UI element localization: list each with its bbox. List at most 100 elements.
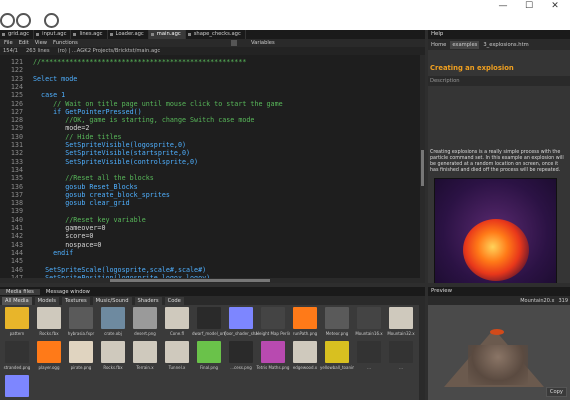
menu-file[interactable]: File bbox=[4, 40, 13, 46]
media-item-label: Rocks.fbx bbox=[103, 365, 123, 370]
menu-functions[interactable]: Functions bbox=[53, 40, 78, 46]
media-item[interactable]: edgewood.x bbox=[290, 341, 320, 375]
code-line: gosub clear_grid bbox=[33, 199, 130, 208]
preview-viewport[interactable]: Copy bbox=[428, 305, 570, 400]
media-item[interactable]: Final.png bbox=[194, 341, 224, 375]
help-description: Creating explosions is a really simple p… bbox=[430, 150, 564, 173]
variables-dropdown[interactable] bbox=[231, 40, 237, 46]
editor-horizontal-scrollbar[interactable] bbox=[0, 278, 420, 283]
copy-button[interactable]: Copy bbox=[545, 387, 567, 397]
media-item[interactable]: ...cess.png bbox=[226, 341, 256, 375]
scroll-thumb[interactable] bbox=[110, 279, 270, 282]
media-item[interactable]: pattern bbox=[2, 307, 32, 341]
find-icon[interactable] bbox=[44, 13, 59, 28]
media-item[interactable]: pirate.png bbox=[66, 341, 96, 375]
explosion-graphic bbox=[463, 219, 529, 281]
media-item-label: ... bbox=[367, 365, 371, 370]
media-item[interactable]: Tetris Maths.png bbox=[257, 341, 289, 375]
media-item-label: Tunnel.x bbox=[168, 365, 186, 370]
media-item[interactable]: stranded.png bbox=[2, 341, 32, 375]
media-item-label: crate.obj bbox=[104, 331, 122, 336]
media-item[interactable]: runPath.png bbox=[290, 307, 320, 341]
media-item[interactable]: Terrain.x bbox=[130, 341, 160, 375]
tab-message-window[interactable]: Message window bbox=[40, 289, 96, 295]
line-gutter: 121 122 123 124 125 126 127 128 129 130 131 132 133 1… bbox=[0, 55, 26, 283]
media-item[interactable]: desert.png bbox=[130, 307, 160, 341]
media-item-label: Meteor.png bbox=[325, 331, 349, 336]
media-item-label: yellowball_toanim.png bbox=[320, 365, 354, 370]
media-item-label: Rocks.fbx bbox=[39, 331, 59, 336]
variables-label: Variables bbox=[251, 40, 275, 46]
cursor-position: 154/1 bbox=[3, 48, 18, 54]
media-thumbnail bbox=[325, 341, 349, 363]
menu-view[interactable]: View bbox=[35, 40, 47, 46]
tab-loader[interactable]: Loader.agc bbox=[108, 30, 149, 39]
scroll-thumb[interactable] bbox=[421, 150, 424, 186]
help-home-link[interactable]: Home bbox=[431, 42, 446, 48]
media-item-label: edgewood.x bbox=[292, 365, 318, 370]
maximize-button[interactable]: ☐ bbox=[516, 0, 542, 12]
filter-shaders[interactable]: Shaders bbox=[134, 296, 162, 305]
media-scrollbar[interactable] bbox=[419, 305, 425, 400]
tab-shape-checks[interactable]: shape_checks.agc bbox=[186, 30, 246, 39]
media-item[interactable]: yellowball_toanim.png bbox=[320, 341, 354, 375]
close-button[interactable]: ✕ bbox=[542, 0, 568, 12]
media-item[interactable]: crate.obj bbox=[98, 307, 128, 341]
zoom-icon[interactable] bbox=[0, 13, 15, 28]
media-item[interactable]: ... bbox=[2, 375, 32, 400]
help-panel-header: Help bbox=[428, 30, 570, 39]
media-thumbnail bbox=[389, 307, 413, 329]
media-item-label: floor_shader_shared.jpg bbox=[224, 331, 258, 336]
media-item[interactable]: player.ogg bbox=[34, 341, 64, 375]
help-title: Creating an explosion bbox=[430, 64, 514, 72]
tab-media-files[interactable]: Media files bbox=[0, 288, 40, 295]
media-thumbnail bbox=[261, 341, 285, 363]
filter-models[interactable]: Models bbox=[34, 296, 59, 305]
media-item[interactable]: hybrasia.fxpr bbox=[66, 307, 96, 341]
media-item[interactable]: ... bbox=[354, 341, 384, 375]
preview-panel-header: Preview bbox=[428, 287, 570, 296]
filter-music-sound[interactable]: Music/Sound bbox=[92, 296, 132, 305]
media-item[interactable]: dwarf_model_on_walk.png bbox=[192, 307, 226, 341]
media-thumbnail bbox=[5, 307, 29, 329]
media-item[interactable]: Height Map Perlin.fx bbox=[256, 307, 290, 341]
media-item[interactable]: Cone.fl bbox=[162, 307, 192, 341]
media-item-label: Mountain32.x bbox=[387, 331, 415, 336]
media-item[interactable]: Rocks.fbx bbox=[34, 307, 64, 341]
media-thumbnail bbox=[293, 341, 317, 363]
media-filter-bar: All Media Models Textures Music/Sound Sh… bbox=[0, 296, 425, 305]
code-editor[interactable]: 121 122 123 124 125 126 127 128 129 130 131 132 133 1… bbox=[0, 55, 420, 283]
media-item[interactable]: Rocks.fbx bbox=[98, 341, 128, 375]
file-tab-bar: grid.agc input.agc lines.agc Loader.agc … bbox=[0, 30, 425, 39]
media-item[interactable]: floor_shader_shared.jpg bbox=[224, 307, 258, 341]
media-thumbnail bbox=[37, 341, 61, 363]
help-examples-link[interactable]: examples bbox=[450, 40, 480, 49]
media-item[interactable]: Tunnel.x bbox=[162, 341, 192, 375]
media-thumbnail bbox=[69, 307, 93, 329]
tab-lines[interactable]: lines.agc bbox=[71, 30, 108, 39]
tab-grid[interactable]: grid.agc bbox=[0, 30, 35, 39]
media-item[interactable]: Mountain32.x bbox=[386, 307, 416, 341]
tab-main[interactable]: main.agc bbox=[148, 30, 186, 39]
filter-textures[interactable]: Textures bbox=[61, 296, 90, 305]
media-item[interactable]: ... bbox=[386, 341, 416, 375]
tab-input[interactable]: input.agc bbox=[34, 30, 72, 39]
search-icon[interactable] bbox=[16, 13, 31, 28]
preview-zoom: 319 bbox=[558, 297, 568, 304]
filter-code[interactable]: Code bbox=[164, 296, 184, 305]
media-item-label: Terrain.x bbox=[136, 365, 154, 370]
help-section-header: Description bbox=[428, 76, 570, 86]
help-page-link[interactable]: 3_explosions.htm bbox=[483, 42, 528, 48]
code-line: Select mode bbox=[33, 74, 78, 83]
media-item[interactable]: Mountain16.x bbox=[354, 307, 384, 341]
media-thumbnail bbox=[69, 341, 93, 363]
media-item-label: player.ogg bbox=[38, 365, 60, 370]
minimize-button[interactable]: — bbox=[490, 0, 516, 12]
media-thumbnail bbox=[357, 307, 381, 329]
menu-edit[interactable]: Edit bbox=[19, 40, 29, 46]
preview-toolbar: Mountain20.x 319 bbox=[428, 296, 570, 305]
media-item-label: Cone.fl bbox=[169, 331, 185, 336]
editor-vertical-scrollbar[interactable] bbox=[420, 55, 425, 283]
filter-all-media[interactable]: All Media bbox=[2, 296, 32, 305]
media-item[interactable]: Meteor.png bbox=[322, 307, 352, 341]
